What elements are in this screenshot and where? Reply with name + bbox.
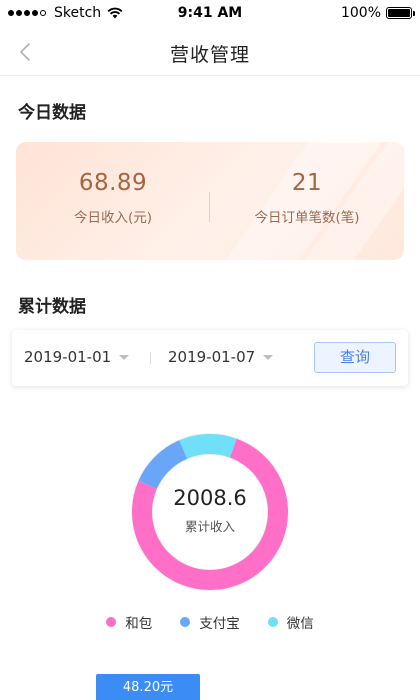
today-orders-stat: 21 今日订单笔数(笔) xyxy=(210,170,404,226)
battery-icon xyxy=(386,7,415,19)
today-income-value: 68.89 xyxy=(78,170,148,196)
legend-dot xyxy=(267,617,278,627)
today-stats-card: 68.89 今日收入(元) 21 今日订单笔数(笔) xyxy=(16,142,404,260)
legend-item-hebao[interactable]: 和包 xyxy=(106,612,152,632)
page-title: 营收管理 xyxy=(169,44,250,66)
chart-legend: 和包 支付宝 微信 xyxy=(0,612,420,632)
start-date-picker[interactable]: 2019-01-01 xyxy=(24,348,130,366)
battery-fill xyxy=(388,9,410,17)
end-date-picker[interactable]: 2019-01-07 xyxy=(168,348,274,366)
caret-down-icon xyxy=(263,354,274,360)
status-bar: Sketch 9:41 AM 100% xyxy=(0,0,420,28)
chart-tooltip: 48.20元 xyxy=(96,674,200,700)
total-income-value: 2008.6 xyxy=(173,486,247,510)
today-income-label: 今日收入(元) xyxy=(73,210,153,226)
battery-percent: 100% xyxy=(340,5,381,21)
end-date-value: 2019-01-07 xyxy=(168,348,256,366)
today-income-stat: 68.89 今日收入(元) xyxy=(16,170,210,226)
status-right: 100% xyxy=(340,5,415,21)
caret-down-icon xyxy=(119,354,130,360)
today-orders-label: 今日订单笔数(笔) xyxy=(254,210,360,226)
legend-dot xyxy=(180,617,191,627)
filter-separator xyxy=(150,352,151,364)
legend-item-wechat[interactable]: 微信 xyxy=(267,612,314,632)
legend-label: 微信 xyxy=(286,616,314,632)
query-button[interactable]: 查询 xyxy=(314,342,396,373)
nav-bar: 营收管理 xyxy=(0,28,420,76)
start-date-value: 2019-01-01 xyxy=(24,348,112,366)
legend-item-alipay[interactable]: 支付宝 xyxy=(180,612,240,632)
total-section-title: 累计数据 xyxy=(18,297,86,317)
date-filter-bar: 2019-01-01 2019-01-07 查询 xyxy=(12,330,408,386)
today-orders-value: 21 xyxy=(291,170,323,196)
today-section-title: 今日数据 xyxy=(18,103,86,123)
legend-dot xyxy=(106,617,117,627)
total-income-label: 累计收入 xyxy=(184,519,235,534)
legend-label: 支付宝 xyxy=(199,616,240,632)
donut-center: 2008.6 累计收入 xyxy=(130,432,290,592)
legend-label: 和包 xyxy=(125,616,153,632)
